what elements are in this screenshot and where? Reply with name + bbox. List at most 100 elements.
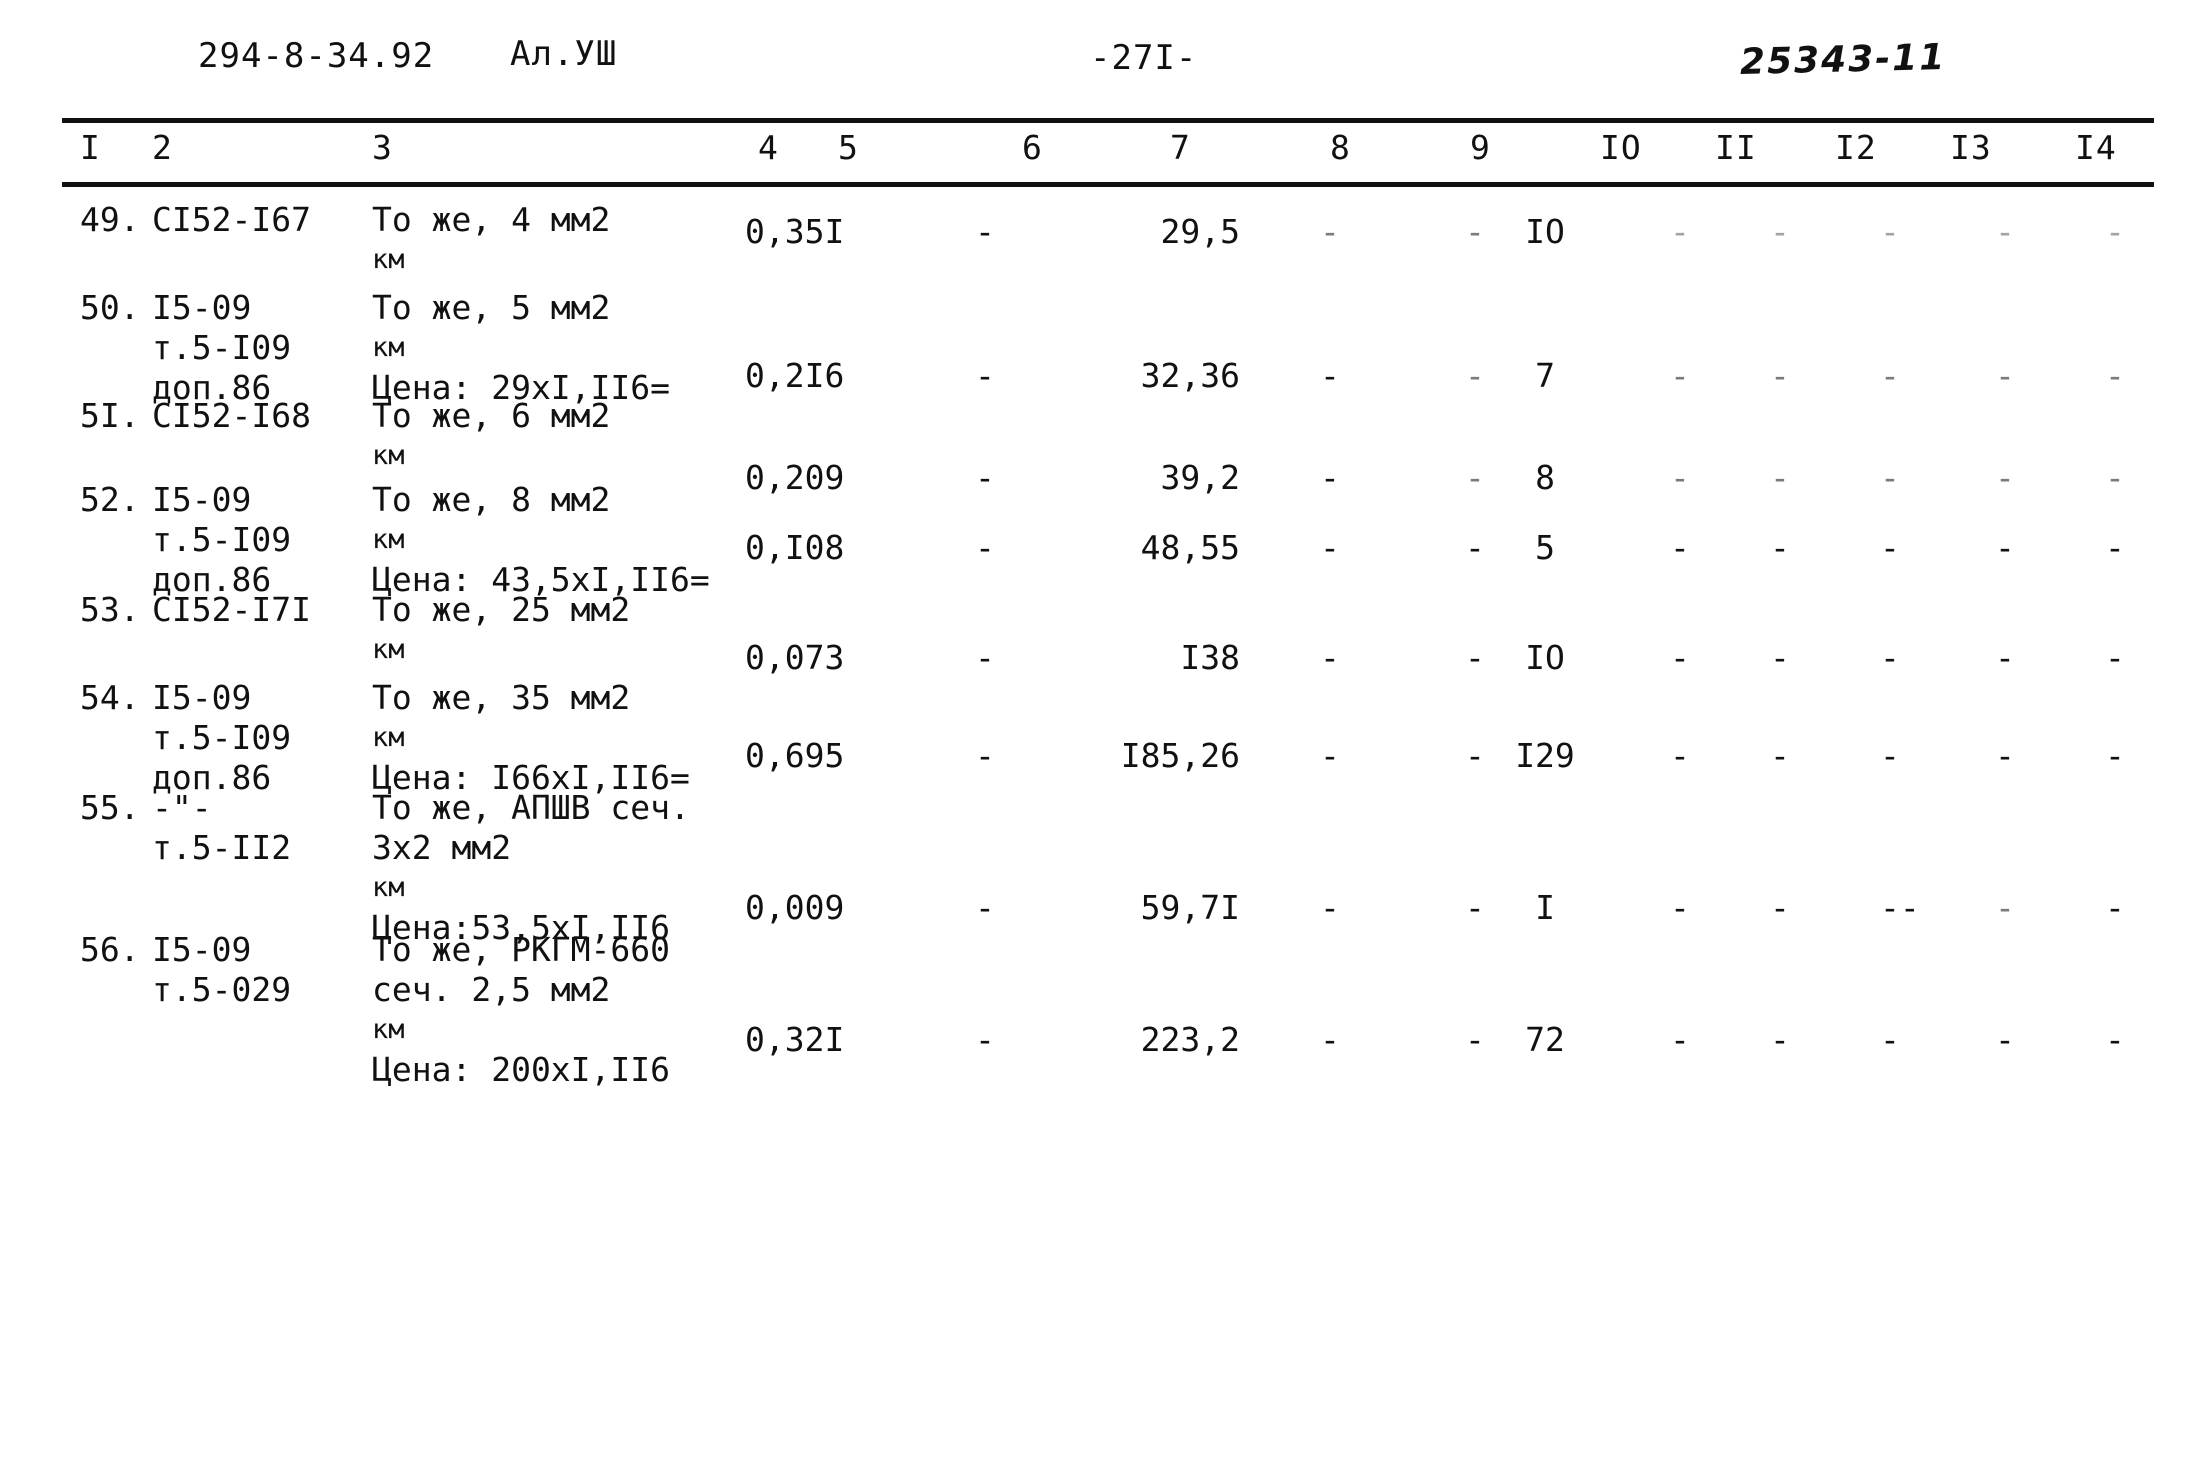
cell-col-12: - [1880, 356, 1900, 395]
cell-col-6: 59,7I [1140, 888, 1240, 927]
table-row: 50. I5-09 т.5-I09 доп.86 То же, 5 мм2 км Цен… [0, 288, 2211, 407]
cell-col-5: - [975, 528, 995, 567]
cell-col-6: 29,5 [1160, 212, 1240, 251]
column-header-10: IO [1600, 128, 1642, 167]
row-number: 55. [80, 788, 140, 827]
cell-col-13: - [1995, 356, 2015, 395]
cell-col-9: I [1535, 888, 1555, 927]
cell-col-8: - [1465, 888, 1485, 927]
cell-col-10: - [1670, 212, 1690, 251]
cell-col-14: - [2105, 736, 2125, 775]
column-header-11: II [1715, 128, 1757, 167]
cell-col-4: 0,I08 [745, 528, 845, 567]
row-number: 54. [80, 678, 140, 717]
row-number: 56. [80, 930, 140, 969]
cell-col-8: - [1465, 356, 1485, 395]
row-code: CI52-I68 [152, 396, 311, 435]
column-header-9: 9 [1470, 128, 1491, 167]
cell-col-4: 0,073 [745, 638, 845, 677]
cell-col-5: - [975, 212, 995, 251]
cell-col-12: - [1880, 736, 1900, 775]
cell-col-8: - [1465, 736, 1485, 775]
row-description: То же, 5 мм2 км Цена: 29xI,II6= [372, 288, 671, 407]
document-code: 294-8-34.92 [198, 36, 435, 76]
cell-col-10: - [1670, 356, 1690, 395]
cell-col-7: - [1320, 736, 1340, 775]
cell-col-12: - [1880, 528, 1900, 567]
cell-col-12: - [1880, 1020, 1900, 1059]
cell-col-13: - [1995, 528, 2015, 567]
cell-col-7: - [1320, 356, 1340, 395]
row-number: 53. [80, 590, 140, 629]
cell-col-14: - [2105, 638, 2125, 677]
cell-col-12: - [1880, 212, 1900, 251]
cell-col-6: 48,55 [1140, 528, 1240, 567]
cell-col-5: - [975, 736, 995, 775]
row-number: 50. [80, 288, 140, 327]
row-code: I5-09 т.5-I09 доп.86 [152, 480, 292, 599]
cell-col-7: - [1320, 528, 1340, 567]
cell-col-14: - [2105, 528, 2125, 567]
cell-col-13: - [1995, 1020, 2015, 1059]
cell-col-14: - [2105, 356, 2125, 395]
cell-col-8: - [1465, 212, 1485, 251]
cell-col-4: 0,32I [745, 1020, 845, 1059]
column-header-4: 4 [758, 128, 779, 167]
cell-col-7: - [1320, 1020, 1340, 1059]
cell-col-4: 0,695 [745, 736, 845, 775]
album-label: Ал.УШ [510, 34, 618, 74]
table-row: 55. -"- т.5-II2 То же, АПШВ сеч. 3x2 мм2 км Ц… [0, 788, 2211, 947]
cell-col-6: 32,36 [1140, 356, 1240, 395]
table-row: 56. I5-09 т.5-029 То же, РКГМ-660 сеч. 2,5 … [0, 930, 2211, 1090]
cell-col-10: - [1670, 638, 1690, 677]
cell-col-14: - [2105, 1020, 2125, 1059]
row-description: То же, 8 мм2 км Цена: 43,5xI,II6= [372, 480, 710, 599]
table-row: 5I. CI52-I68 То же, 6 мм2 км 0,209-39,2- -8- -… [0, 396, 2211, 497]
cell-col-7: - [1320, 888, 1340, 927]
cell-col-10: - [1670, 1020, 1690, 1059]
cell-col-6: I85,26 [1120, 736, 1240, 775]
cell-col-10: - [1670, 736, 1690, 775]
table-header-rule [62, 182, 2154, 187]
cell-col-6: I38 [1180, 638, 1240, 677]
cell-col-8: - [1465, 1020, 1485, 1059]
table-row: 54. I5-09 т.5-I09 доп.86 То же, 35 мм2 км Це… [0, 678, 2211, 797]
cell-col-13: - [1995, 736, 2015, 775]
row-code: -"- т.5-II2 [152, 788, 292, 867]
column-header-14: I4 [2075, 128, 2117, 167]
column-header-6: 6 [1022, 128, 1043, 167]
cell-col-14: - [2105, 888, 2125, 927]
cell-col-11: - [1770, 736, 1790, 775]
cell-col-10: - [1670, 888, 1690, 927]
cell-col-11: - [1770, 528, 1790, 567]
cell-col-10: - [1670, 528, 1690, 567]
row-number: 5I. [80, 396, 140, 435]
cell-col-5: - [975, 356, 995, 395]
row-code: I5-09 т.5-I09 доп.86 [152, 288, 292, 407]
cell-col-6: 223,2 [1140, 1020, 1240, 1059]
row-code: I5-09 т.5-029 [152, 930, 292, 1009]
page-header: 294-8-34.92 Ал.УШ -27I- 25343-11 [0, 30, 2211, 83]
row-description: То же, 6 мм2 км [372, 396, 611, 471]
cell-col-9: I29 [1515, 736, 1575, 775]
row-description: То же, РКГМ-660 сеч. 2,5 мм2 км Цена: 200xI… [372, 930, 671, 1089]
cell-col-13: - [1995, 212, 2015, 251]
column-header-12: I2 [1835, 128, 1877, 167]
table-top-rule [62, 118, 2154, 123]
cell-col-4: 0,2I6 [745, 356, 845, 395]
cell-col-8: - [1465, 638, 1485, 677]
table-row: 52. I5-09 т.5-I09 доп.86 То же, 8 мм2 км Цен… [0, 480, 2211, 599]
column-header-1: I [80, 128, 101, 167]
cell-col-13: - [1995, 638, 2015, 677]
cell-col-5: - [975, 1020, 995, 1059]
cell-col-11: - [1770, 212, 1790, 251]
cell-col-13: - [1995, 888, 2015, 927]
column-header-13: I3 [1950, 128, 1992, 167]
row-code: CI52-I7I [152, 590, 311, 629]
column-header-2: 2 [152, 128, 173, 167]
cell-col-9: 7 [1535, 356, 1555, 395]
archive-stamp: 25343-11 [1739, 36, 1947, 83]
cell-col-9: 72 [1525, 1020, 1565, 1059]
row-number: 49. [80, 200, 140, 239]
cell-col-12: -- [1880, 888, 1920, 927]
